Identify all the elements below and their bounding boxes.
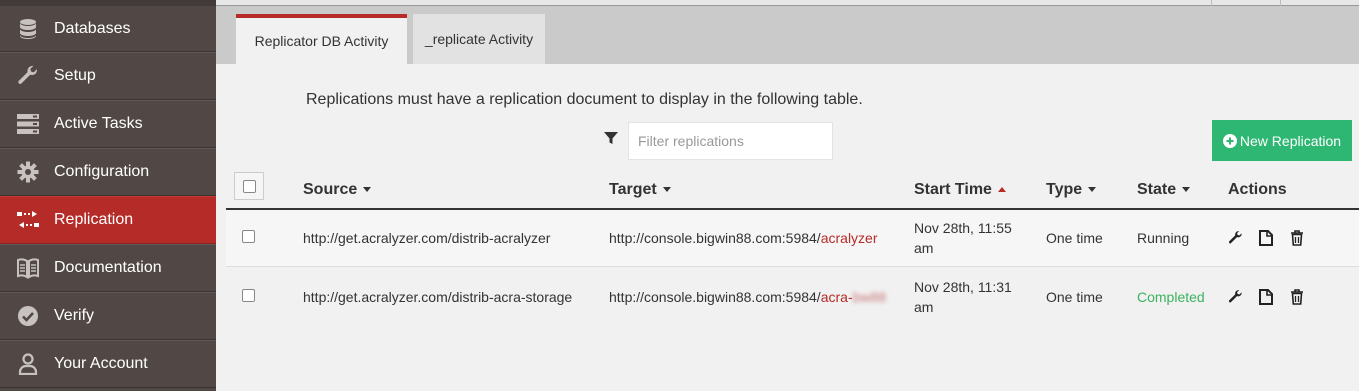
column-header-state[interactable]: State: [1137, 181, 1191, 199]
row-state: Running: [1137, 230, 1190, 246]
row-target: http://console.bigwin88.com:5984/acra-bw…: [609, 289, 886, 305]
tab-replicator-db-activity[interactable]: Replicator DB Activity: [236, 14, 407, 64]
table-row: http://get.acralyzer.com/distrib-acra-st…: [226, 268, 1359, 325]
wrench-icon: [16, 64, 40, 88]
column-header-start-time[interactable]: Start Time: [914, 181, 1006, 199]
server-icon: [16, 112, 40, 136]
sidebar: Databases Setup Active Tasks Configurati…: [0, 0, 216, 391]
tab-replicate-activity[interactable]: _replicate Activity: [413, 14, 545, 64]
row-checkbox-cell: [242, 230, 255, 246]
sidebar-item-label: Replication: [54, 211, 134, 228]
sort-caret-up-icon: [997, 187, 1006, 193]
row-actions: [1228, 288, 1305, 305]
row-type: One time: [1046, 288, 1103, 305]
row-target: http://console.bigwin88.com:5984/acralyz…: [609, 230, 878, 246]
row-target-prefix: http://console.bigwin88.com:5984/: [609, 288, 821, 305]
row-target-db-redacted: bw88: [852, 288, 887, 305]
row-start-time-line2: am: [914, 298, 934, 315]
book-icon: [16, 256, 40, 280]
select-all-checkbox-wrapper: [234, 172, 264, 200]
sidebar-item-label: Verify: [54, 307, 95, 324]
sort-caret-icon: [662, 187, 671, 193]
filter-icon: [604, 131, 620, 147]
check-circle-icon: [16, 304, 40, 328]
column-header-source[interactable]: Source: [303, 181, 372, 199]
row-target-prefix: http://console.bigwin88.com:5984/: [609, 230, 821, 246]
sidebar-item-verify[interactable]: Verify: [0, 292, 216, 340]
delete-trash-icon[interactable]: [1290, 288, 1305, 305]
row-state: Completed: [1137, 288, 1205, 305]
sidebar-item-label: Setup: [54, 67, 96, 84]
sidebar-item-replication[interactable]: Replication: [0, 196, 216, 244]
row-start-time: Nov 28th, 11:55 am: [914, 218, 1012, 258]
row-start-time: Nov 28th, 11:31 am: [914, 277, 1012, 317]
view-document-icon[interactable]: [1259, 288, 1274, 305]
row-checkbox[interactable]: [242, 230, 255, 243]
delete-trash-icon[interactable]: [1290, 230, 1305, 246]
row-checkbox[interactable]: [242, 288, 255, 302]
new-replication-label: New Replication: [1239, 132, 1342, 149]
new-replication-button[interactable]: New Replication: [1212, 120, 1352, 161]
filter-replications-input[interactable]: [628, 122, 833, 160]
row-type: One time: [1046, 230, 1103, 246]
sidebar-item-label: Your Account: [54, 355, 148, 372]
sidebar-item-active-tasks[interactable]: Active Tasks: [0, 100, 216, 148]
row-start-time-line2: am: [914, 240, 934, 256]
table-row: http://get.acralyzer.com/distrib-acralyz…: [226, 210, 1359, 267]
column-header-type[interactable]: Type: [1046, 181, 1097, 199]
row-start-time-line1: Nov 28th, 11:31: [914, 278, 1012, 295]
select-all-checkbox[interactable]: [242, 179, 256, 193]
tab-bar: Replicator DB Activity _replicate Activi…: [216, 6, 1359, 64]
sort-caret-icon: [1088, 187, 1097, 193]
row-start-time-line1: Nov 28th, 11:55: [914, 220, 1012, 236]
sidebar-item-label: Documentation: [54, 259, 162, 276]
row-target-db: acra-: [820, 288, 853, 305]
edit-wrench-icon[interactable]: [1228, 289, 1243, 305]
gear-icon: [16, 160, 40, 184]
sort-caret-icon: [1182, 187, 1191, 193]
sidebar-item-configuration[interactable]: Configuration: [0, 148, 216, 196]
column-header-target[interactable]: Target: [609, 181, 671, 199]
sidebar-item-label: Databases: [54, 19, 131, 37]
main-panel: Replicator DB Activity _replicate Activi…: [216, 0, 1359, 391]
sidebar-item-documentation[interactable]: Documentation: [0, 244, 216, 292]
table-header: Source Target Start Time Type State Acti…: [226, 168, 1359, 210]
user-icon: [16, 352, 40, 376]
sidebar-item-label: Active Tasks: [54, 115, 143, 132]
row-source: http://get.acralyzer.com/distrib-acralyz…: [303, 230, 551, 246]
plus-circle-icon: [1222, 133, 1237, 148]
sidebar-item-label: Configuration: [54, 163, 150, 180]
replication-icon: [16, 208, 40, 232]
database-icon: [16, 17, 40, 41]
row-target-db: acralyzer: [820, 230, 878, 246]
row-checkbox-cell: [242, 288, 255, 305]
view-document-icon[interactable]: [1259, 230, 1274, 246]
edit-wrench-icon[interactable]: [1228, 230, 1243, 246]
sidebar-item-your-account[interactable]: Your Account: [0, 340, 216, 388]
sidebar-item-setup[interactable]: Setup: [0, 52, 216, 100]
info-text: Replications must have a replication doc…: [306, 91, 863, 108]
sidebar-item-databases[interactable]: Databases: [0, 6, 216, 52]
sort-caret-icon: [363, 187, 372, 193]
column-header-actions: Actions: [1228, 181, 1287, 198]
row-source: http://get.acralyzer.com/distrib-acra-st…: [303, 288, 573, 305]
row-actions: [1228, 230, 1305, 246]
